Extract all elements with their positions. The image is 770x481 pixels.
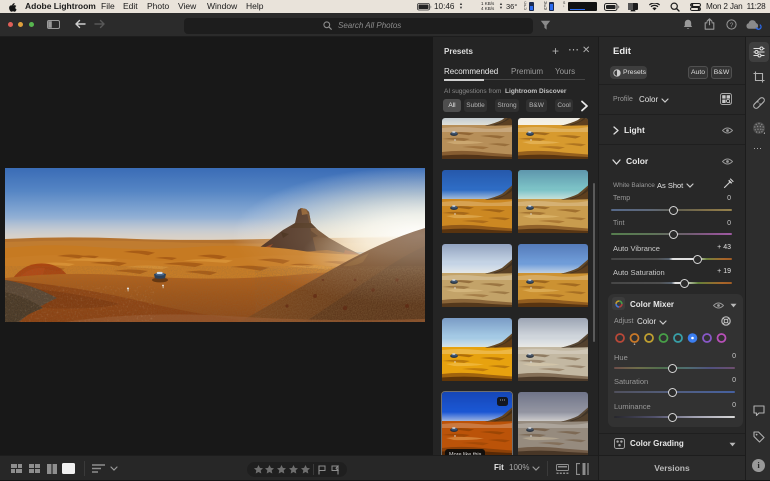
- svg-text:?: ?: [730, 21, 734, 28]
